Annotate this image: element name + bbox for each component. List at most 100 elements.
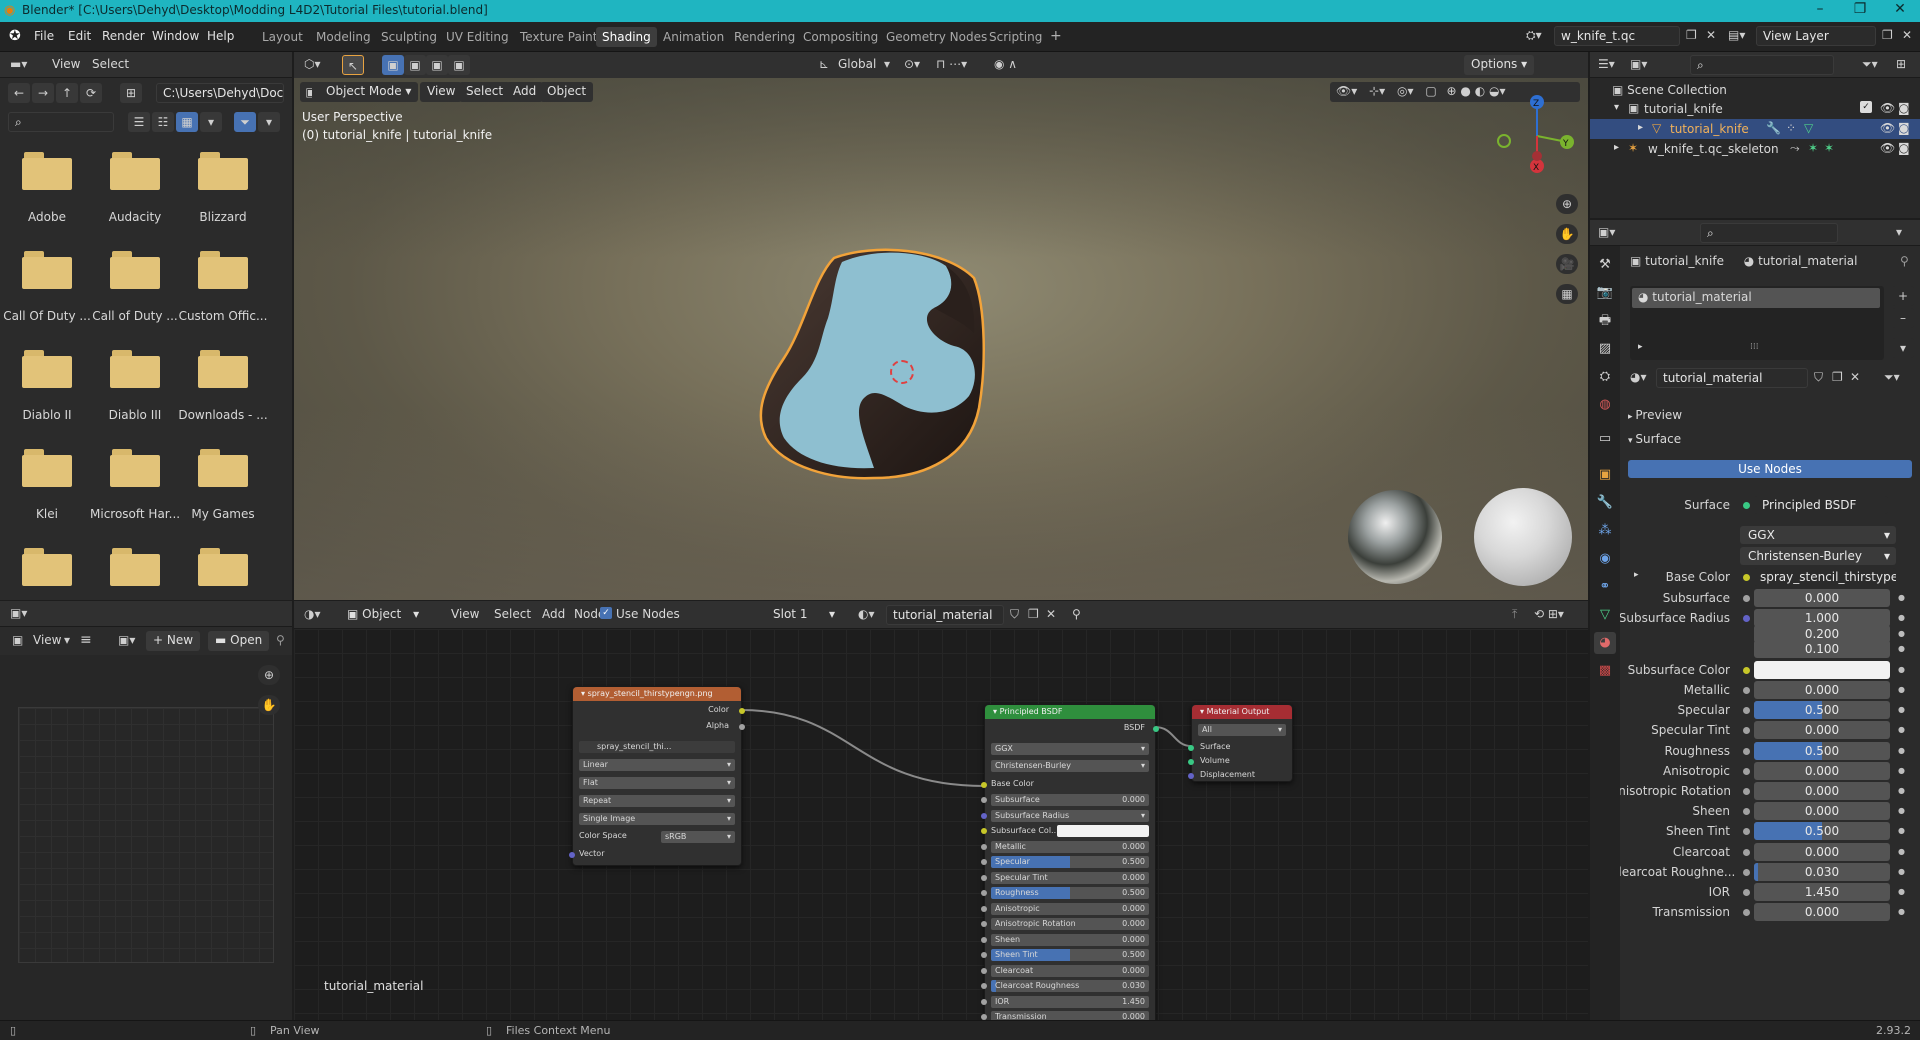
use-nodes-button[interactable]: Use Nodes — [1628, 460, 1912, 478]
keyframe-dot-icon[interactable]: ● — [1898, 746, 1905, 755]
bsdf-field[interactable]: Subsurface 0.000 — [991, 794, 1149, 806]
output-node-header[interactable]: ▾ Material Output — [1192, 705, 1292, 719]
camera-icon[interactable]: ◙ — [1898, 101, 1910, 115]
node-editor-type-icon[interactable]: ◑▾ — [304, 607, 321, 621]
slot-list-expand-icon[interactable]: ▸ — [1638, 342, 1643, 352]
distribution-dropdown[interactable]: GGX ▾ — [1740, 526, 1896, 544]
folder-icon[interactable] — [110, 449, 160, 487]
bsdf-input-socket[interactable] — [981, 828, 987, 834]
open-image-button[interactable]: ▬ Open — [208, 631, 270, 651]
material-unlink-icon[interactable]: ✕ — [1850, 370, 1860, 384]
orientation-dropdown[interactable]: Global — [838, 57, 876, 71]
keyframe-dot-icon[interactable]: ● — [1898, 806, 1905, 815]
mesh-data-icon[interactable]: ▽ — [1804, 121, 1813, 135]
folder-icon[interactable] — [198, 449, 248, 487]
base-color-input-socket[interactable] — [981, 782, 987, 788]
proportional-edit-icon[interactable]: ◉ ∧ — [994, 57, 1017, 71]
property-value[interactable]: 0.500 — [1754, 741, 1890, 760]
list-vertical-icon[interactable]: ☰ — [128, 112, 150, 132]
gizmo-icon[interactable]: ⊹▾ — [1369, 84, 1385, 98]
displacement-input-socket[interactable] — [1188, 773, 1194, 779]
file-menu-view[interactable]: View — [52, 57, 80, 71]
menu-edit[interactable]: Edit — [68, 29, 91, 43]
refresh-icon[interactable]: ⟳ — [80, 83, 102, 103]
output-tab-icon[interactable]: 🖶 — [1594, 310, 1616, 332]
tab-animation[interactable]: Animation — [657, 27, 730, 47]
3d-viewport[interactable]: ▣ Object Mode ▾ View Select Add Object 👁… — [294, 78, 1588, 600]
node-menu-add[interactable]: Add — [542, 607, 565, 621]
folder-label[interactable]: Microsoft Har... — [90, 507, 180, 521]
exclude-checkbox[interactable]: ✓ — [1860, 101, 1872, 113]
subsurface-color-swatch[interactable] — [1057, 825, 1149, 837]
pin-icon[interactable]: ⚲ — [276, 633, 285, 647]
outliner-editor-type-icon[interactable]: ☰▾ — [1598, 57, 1615, 71]
object-mode-dropdown[interactable]: Object Mode ▾ — [312, 82, 419, 102]
bsdf-input-socket[interactable] — [981, 874, 987, 881]
hamburger-icon[interactable]: ≡ — [80, 632, 92, 648]
select-box-new-icon[interactable]: ▣ — [382, 55, 404, 75]
tab-sculpting[interactable]: Sculpting — [375, 27, 443, 47]
bsdf-distribution-dropdown[interactable]: GGX ▾ — [991, 743, 1149, 755]
keyframe-dot-icon[interactable]: ● — [1898, 613, 1905, 622]
property-value[interactable]: 0.000 — [1754, 680, 1890, 699]
menu-file[interactable]: File — [34, 29, 54, 43]
back-icon[interactable]: ← — [8, 83, 30, 103]
snap-node-icon[interactable]: ⟲ ⊞▾ — [1534, 607, 1564, 621]
collection-tab-icon[interactable]: ▭ — [1594, 428, 1616, 450]
folder-label[interactable]: My Games — [178, 507, 268, 521]
vertex-groups-icon[interactable]: ⁘ — [1786, 121, 1796, 135]
keyframe-dot-icon[interactable]: ● — [1898, 786, 1905, 795]
surface-shader-value[interactable]: Principled BSDF — [1754, 496, 1888, 514]
tab-texture-paint[interactable]: Texture Paint — [514, 27, 603, 47]
expand-chevron-down-icon[interactable]: ▾ — [1614, 102, 1619, 113]
folder-label[interactable]: Downloads - ... — [178, 408, 268, 422]
source-dropdown[interactable]: Single Image ▾ — [579, 813, 735, 825]
unlink-material-icon[interactable]: ✕ — [1046, 607, 1056, 621]
surface-input-socket[interactable] — [1188, 745, 1194, 751]
armature-data-icon[interactable]: ✶ — [1808, 141, 1818, 155]
bsdf-field[interactable]: Clearcoat Roughness 0.030 — [991, 980, 1149, 992]
zoom-icon[interactable]: ⊕ — [258, 665, 280, 685]
maximize-button[interactable]: ❐ — [1840, 1, 1880, 17]
bsdf-input-socket[interactable] — [981, 998, 987, 1005]
use-nodes-checkbox[interactable]: ✓ — [600, 607, 612, 619]
bsdf-input-socket[interactable] — [981, 936, 987, 943]
alpha-output-socket[interactable] — [739, 724, 745, 730]
blender-menu-icon[interactable]: ✪ — [9, 28, 21, 44]
bsdf-field[interactable]: Anisotropic Rotation 0.000 — [991, 918, 1149, 930]
add-slot-icon[interactable]: + — [1892, 286, 1914, 306]
mesh-eye-icon[interactable]: 👁 — [1880, 121, 1895, 135]
property-value[interactable]: 0.000 — [1754, 721, 1890, 740]
physics-tab-icon[interactable]: ◉ — [1594, 548, 1616, 570]
modifier-wrench-icon[interactable]: 🔧 — [1766, 121, 1781, 135]
tab-scripting[interactable]: Scripting — [983, 27, 1048, 47]
image-texture-node[interactable]: ▾ spray_stencil_thirstypengn.png Color A… — [569, 686, 745, 866]
keyframe-dot-icon[interactable]: ● — [1898, 887, 1905, 896]
subsurface-color-swatch[interactable] — [1754, 660, 1890, 679]
folder-icon[interactable] — [198, 548, 248, 586]
new-scene-icon[interactable]: ❐ — [1686, 28, 1697, 42]
view-layer-field[interactable]: View Layer — [1756, 26, 1876, 46]
material-browse-dropdown-icon[interactable]: ◕▾ — [1630, 370, 1647, 384]
tab-shading[interactable]: Shading — [596, 27, 657, 47]
overlays-icon[interactable]: ◎▾ — [1397, 84, 1414, 98]
bsdf-input-socket[interactable] — [981, 812, 987, 819]
snap-icon[interactable]: ⊓ ⋯▾ — [936, 57, 967, 71]
bsdf-field[interactable]: Anisotropic 0.000 — [991, 902, 1149, 915]
bsdf-input-socket[interactable] — [981, 952, 987, 958]
tab-layout[interactable]: Layout — [256, 27, 309, 47]
folder-label[interactable]: Diablo III — [90, 408, 180, 422]
navigation-gizmo[interactable]: Z Y X — [1492, 88, 1582, 178]
keyframe-dot-icon[interactable]: ● — [1898, 725, 1905, 734]
select-tool-icon[interactable]: ↖ — [342, 55, 364, 75]
bsdf-subsurface-method-dropdown[interactable]: Christensen-Burley ▾ — [991, 760, 1149, 772]
bsdf-field[interactable]: Subsurface Radius ▾ — [991, 809, 1149, 822]
interpolation-dropdown[interactable]: Linear ▾ — [579, 759, 735, 771]
forward-icon[interactable]: → — [32, 83, 54, 103]
color-space-dropdown[interactable]: sRGB ▾ — [661, 831, 735, 843]
filter-icon[interactable]: ⏷ — [234, 112, 256, 132]
image-menu-view[interactable]: View — [33, 633, 61, 647]
armature-expand-right-icon[interactable]: ▸ — [1614, 142, 1619, 153]
editor-type-icon[interactable]: ▬▾ — [10, 57, 27, 71]
node-menu-view[interactable]: View — [451, 607, 479, 621]
